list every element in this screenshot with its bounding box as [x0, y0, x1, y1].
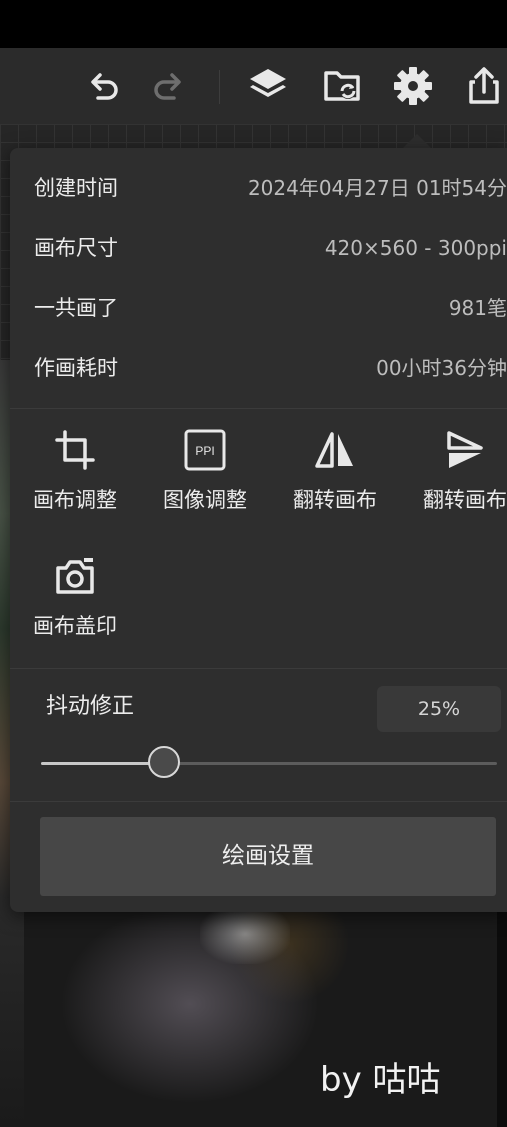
artwork-detail	[200, 904, 290, 964]
slider-fill	[41, 762, 165, 765]
stabilizer-slider[interactable]	[41, 746, 497, 778]
toolbar-divider	[219, 70, 220, 104]
redo-icon	[154, 73, 181, 100]
canvas-adjust-button[interactable]: 画布调整	[10, 420, 140, 514]
popover-caret	[403, 134, 431, 148]
camera-icon	[56, 558, 94, 594]
tool-label: 画布调整	[33, 488, 117, 512]
image-adjust-button[interactable]: PPI 图像调整	[140, 420, 270, 514]
artwork-signature: by 咕咕	[320, 1060, 441, 1100]
settings-button[interactable]	[391, 64, 435, 108]
ppi-icon: PPI	[184, 429, 226, 471]
share-icon	[469, 67, 499, 104]
divider	[10, 801, 507, 802]
tool-label: 画布盖印	[33, 614, 117, 638]
undo-button[interactable]	[82, 64, 126, 108]
redo-button[interactable]	[146, 64, 190, 108]
info-value: 981笔	[448, 296, 507, 320]
top-toolbar	[0, 48, 507, 124]
stabilizer-value-field[interactable]: 25%	[377, 686, 501, 732]
divider	[10, 668, 507, 669]
info-row-stroke-count: 一共画了 981笔	[10, 278, 507, 338]
info-label: 创建时间	[34, 176, 118, 200]
info-row-duration: 作画耗时 00小时36分钟	[10, 338, 507, 398]
info-label: 一共画了	[34, 296, 118, 320]
layers-button[interactable]	[246, 64, 290, 108]
ppi-icon-text: PPI	[195, 444, 214, 458]
info-label: 作画耗时	[34, 356, 118, 380]
stabilizer-label: 抖动修正	[46, 694, 135, 719]
artwork-edge	[497, 904, 507, 1127]
flip-horizontal-button[interactable]: 翻转画布	[270, 420, 400, 514]
info-value: 420×560 - 300ppi	[324, 236, 507, 260]
folder-sync-button[interactable]	[320, 64, 364, 108]
canvas-info-panel: 创建时间 2024年04月27日 01时54分 画布尺寸 420×560 - 3…	[10, 148, 507, 912]
info-value: 00小时36分钟	[376, 356, 507, 380]
tool-label: 翻转画布	[423, 488, 507, 512]
flip-vertical-icon	[447, 431, 483, 468]
gear-icon	[394, 67, 432, 105]
info-row-canvas-size: 画布尺寸 420×560 - 300ppi	[10, 218, 507, 278]
tool-label: 翻转画布	[293, 488, 377, 512]
crop-icon	[55, 430, 95, 470]
slider-thumb[interactable]	[148, 746, 181, 778]
info-row-created: 创建时间 2024年04月27日 01时54分	[10, 158, 507, 218]
drawing-settings-button[interactable]: 绘画设置	[40, 817, 496, 896]
flip-vertical-button[interactable]: 翻转画布	[400, 420, 507, 514]
tool-label: 图像调整	[163, 488, 247, 512]
info-value: 2024年04月27日 01时54分	[247, 176, 507, 200]
undo-icon	[91, 73, 118, 100]
divider	[10, 408, 507, 409]
share-button[interactable]	[462, 64, 506, 108]
status-bar	[0, 0, 507, 48]
flip-horizontal-icon	[315, 432, 353, 468]
info-label: 画布尺寸	[34, 236, 118, 260]
layers-icon	[250, 69, 286, 97]
folder-sync-icon	[324, 71, 360, 101]
canvas-stamp-button[interactable]: 画布盖印	[10, 546, 140, 640]
